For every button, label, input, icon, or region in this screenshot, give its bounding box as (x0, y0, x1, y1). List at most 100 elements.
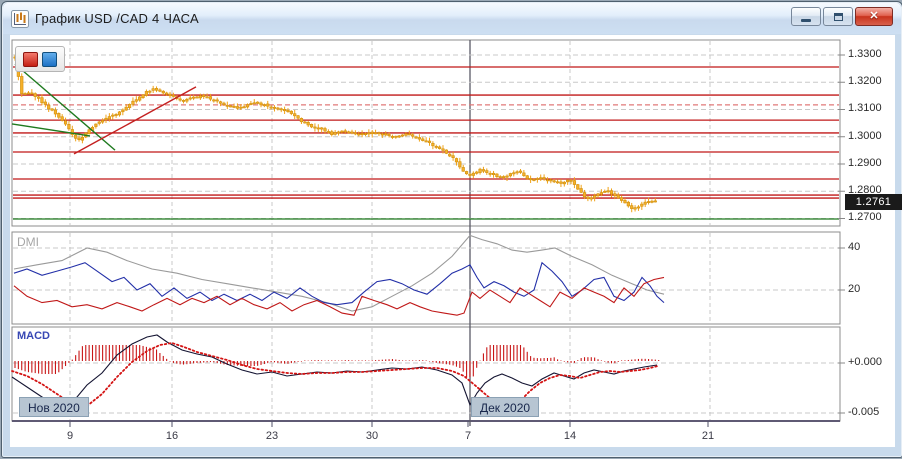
candle-body (229, 106, 232, 107)
candle-body (44, 102, 47, 104)
candle-body (266, 104, 269, 106)
macd-panel-label: MACD (17, 330, 50, 342)
candle-body (152, 89, 155, 91)
candle-body (54, 110, 57, 114)
candle-body (189, 98, 192, 99)
candle-body (455, 158, 458, 161)
candle-body (576, 185, 579, 190)
candle-body (560, 182, 563, 184)
candle-body (435, 146, 438, 147)
candle-body (310, 124, 313, 127)
red-marker-button[interactable] (23, 52, 38, 67)
candle-body (317, 128, 320, 129)
candle-body (236, 107, 239, 109)
candle-body (381, 134, 384, 135)
date-axis-label: 16 (166, 430, 178, 442)
candle-body (496, 174, 499, 177)
candle-body (421, 139, 424, 141)
candle-body (620, 198, 623, 201)
candle-body (74, 135, 77, 138)
candle-body (330, 132, 333, 135)
candle-body (34, 94, 37, 97)
candle-body (20, 76, 23, 93)
candle-body (425, 141, 428, 142)
candle-body (627, 202, 630, 206)
candle-body (546, 180, 549, 181)
candle-body (145, 91, 148, 95)
candle-body (384, 134, 387, 136)
minimize-button[interactable] (791, 7, 821, 26)
candle-body (597, 194, 600, 196)
candle-body (95, 124, 98, 127)
blue-marker-button[interactable] (42, 52, 57, 67)
candle-body (287, 110, 290, 112)
candle-body (378, 133, 381, 134)
candle-body (283, 109, 286, 110)
candle-body (570, 180, 573, 181)
candle-body (519, 171, 522, 172)
candle-body (233, 106, 236, 107)
maximize-icon (834, 13, 843, 21)
candle-body (506, 176, 509, 177)
price-axis-label: 1.2800 (848, 184, 882, 196)
candle-body (583, 192, 586, 196)
candle-body (239, 107, 242, 108)
candle-body (428, 141, 431, 143)
candle-body (607, 191, 610, 192)
price-axis-label: 1.3100 (848, 102, 882, 114)
candle-body (617, 195, 620, 198)
candle-body (516, 172, 519, 173)
candle-body (395, 136, 398, 137)
macd-axis-label: -0.005 (848, 406, 879, 418)
candle-body (250, 103, 253, 104)
candle-body (320, 128, 323, 129)
price-axis-label: 1.2900 (848, 157, 882, 169)
candle-body (452, 156, 455, 158)
candle-body (489, 173, 492, 174)
candle-body (304, 122, 307, 123)
month-label-nov: Нов 2020 (19, 397, 89, 417)
titlebar[interactable]: График USD /CAD 4 ЧАСА ✕ (3, 3, 901, 34)
candle-body (314, 127, 317, 128)
candle-body (260, 103, 263, 105)
candle-body (122, 110, 125, 112)
candle-body (512, 173, 515, 174)
candle-body (149, 91, 152, 92)
candle-body (51, 109, 54, 110)
close-button[interactable]: ✕ (855, 7, 893, 26)
candle-body (550, 180, 553, 181)
candle-body (115, 114, 118, 115)
candle-body (630, 206, 633, 209)
maximize-button[interactable] (823, 7, 853, 26)
candle-body (448, 154, 451, 156)
candle-body (418, 138, 421, 140)
candle-body (502, 177, 505, 178)
candle-body (509, 173, 512, 175)
candle-body (182, 100, 185, 101)
candle-body (590, 198, 593, 199)
candle-body (344, 131, 347, 132)
candle-body (563, 182, 566, 184)
candle-body (411, 135, 414, 136)
candle-body (526, 176, 529, 179)
candle-body (135, 100, 138, 102)
candle-body (132, 101, 135, 104)
candle-body (27, 93, 30, 94)
candle-body (529, 178, 532, 179)
candle-body (118, 112, 121, 115)
candle-body (499, 177, 502, 178)
candle-body (580, 189, 583, 193)
candle-body (523, 173, 526, 176)
candle-body (543, 178, 546, 179)
candle-body (297, 116, 300, 118)
candle-body (647, 201, 650, 202)
date-axis-label: 7 (465, 430, 471, 442)
candle-body (47, 105, 50, 109)
candle-body (624, 200, 627, 203)
candle-body (432, 143, 435, 146)
candle-body (270, 107, 273, 108)
candle-body (125, 107, 128, 110)
candle-body (553, 181, 556, 182)
minimize-icon (801, 19, 811, 22)
candle-body (155, 88, 158, 90)
